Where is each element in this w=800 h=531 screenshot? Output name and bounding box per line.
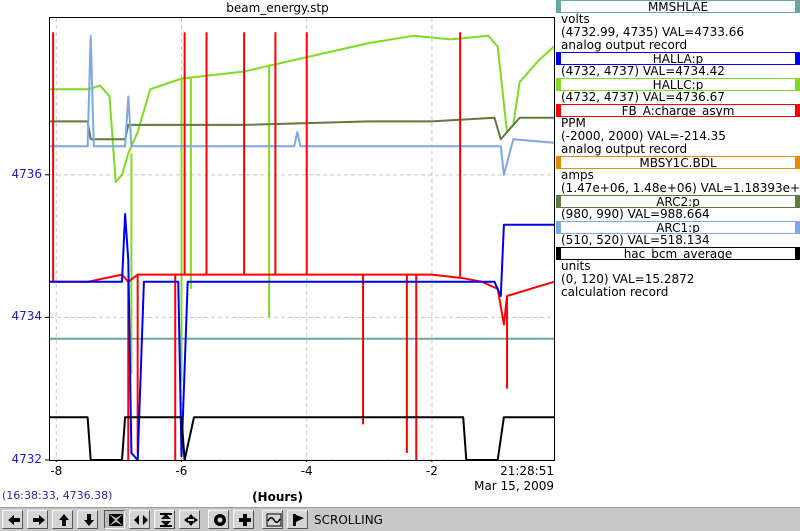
arrow-up-icon bbox=[59, 514, 69, 526]
legend-detail: (510, 520) VAL=518.134 bbox=[561, 234, 710, 247]
legend-detail: volts bbox=[561, 13, 590, 26]
legend-entry-mmshlae[interactable]: MMSHLAE bbox=[556, 0, 800, 13]
legend-detail: (4732, 4737) VAL=4734.42 bbox=[561, 65, 725, 78]
zoom-vertical-icon bbox=[160, 513, 172, 527]
y-tick-label: 4736 bbox=[11, 166, 42, 181]
legend-detail: PPM bbox=[561, 117, 586, 130]
config-button[interactable] bbox=[208, 510, 229, 529]
x-tick-label: -2 bbox=[425, 464, 438, 478]
add-button[interactable] bbox=[233, 510, 254, 529]
zoom-vertical-button[interactable] bbox=[154, 510, 175, 529]
zoom-in-button[interactable] bbox=[179, 510, 200, 529]
legend-entry-hallc-p[interactable]: HALLC:p bbox=[556, 78, 800, 91]
legend-detail: calculation record bbox=[561, 286, 669, 299]
legend-panel: MMSHLAE volts (4732.99, 4735) VAL=4733.66 a… bbox=[556, 0, 800, 299]
zoom-horizontal-icon bbox=[134, 515, 148, 525]
zoom-full-button[interactable] bbox=[104, 510, 125, 529]
scroll-up-button[interactable] bbox=[52, 510, 73, 529]
x-tick-label: -6 bbox=[175, 464, 188, 478]
y-tick-label: 4734 bbox=[11, 309, 42, 324]
x-tick-label: -4 bbox=[300, 464, 313, 478]
zoom-horizontal-button[interactable] bbox=[129, 510, 150, 529]
arrow-right-icon bbox=[33, 515, 45, 525]
scroll-right-button[interactable] bbox=[27, 510, 48, 529]
flag-button[interactable] bbox=[287, 510, 308, 529]
mode-button[interactable] bbox=[262, 510, 283, 529]
plus-icon bbox=[239, 514, 251, 526]
scroll-down-button[interactable] bbox=[77, 510, 98, 529]
cursor-readout: (16:38:33, 4736.38) bbox=[2, 489, 113, 502]
toolbar: SCROLLING bbox=[0, 507, 800, 531]
legend-entry-hac-bcm-average[interactable]: hac_bcm_average bbox=[556, 247, 800, 260]
wave-icon bbox=[266, 513, 282, 527]
scroll-left-button[interactable] bbox=[2, 510, 23, 529]
legend-detail: analog output record bbox=[561, 143, 688, 156]
arrow-down-icon bbox=[84, 514, 94, 526]
mode-label: SCROLLING bbox=[314, 513, 383, 527]
legend-entry-arc2-p[interactable]: ARC2:p bbox=[556, 195, 800, 208]
legend-detail: (-2000, 2000) VAL=-214.35 bbox=[561, 130, 726, 143]
zoom-full-icon bbox=[109, 514, 123, 526]
legend-detail: (4732, 4737) VAL=4736.67 bbox=[561, 91, 725, 104]
legend-detail: amps bbox=[561, 169, 594, 182]
legend-detail: (0, 120) VAL=15.2872 bbox=[561, 273, 695, 286]
zoom-in-icon bbox=[184, 514, 198, 526]
legend-detail: (4732.99, 4735) VAL=4733.66 bbox=[561, 26, 744, 39]
legend-entry-arc1-p[interactable]: ARC1:p bbox=[556, 221, 800, 234]
x-axis-end-time: 21:28:51 bbox=[500, 464, 554, 478]
legend-detail: units bbox=[561, 260, 591, 273]
gear-icon bbox=[214, 514, 226, 526]
legend-detail: analog output record bbox=[561, 39, 688, 52]
flag-icon bbox=[293, 514, 304, 526]
x-tick-label: -8 bbox=[50, 464, 63, 478]
legend-detail: (980, 990) VAL=988.664 bbox=[561, 208, 710, 221]
legend-entry-halla-p[interactable]: HALLA:p bbox=[556, 52, 800, 65]
plot-area[interactable] bbox=[0, 0, 556, 462]
y-tick-label: 4732 bbox=[11, 452, 42, 466]
legend-entry-fb-a-charge-asym[interactable]: FB_A:charge_asym bbox=[556, 104, 800, 117]
legend-entry-mbsy1c-bdl[interactable]: MBSY1C.BDL bbox=[556, 156, 800, 169]
legend-detail: (1.47e+06, 1.48e+06) VAL=1.18393e+06 bbox=[561, 182, 800, 195]
arrow-left-icon bbox=[8, 515, 20, 525]
